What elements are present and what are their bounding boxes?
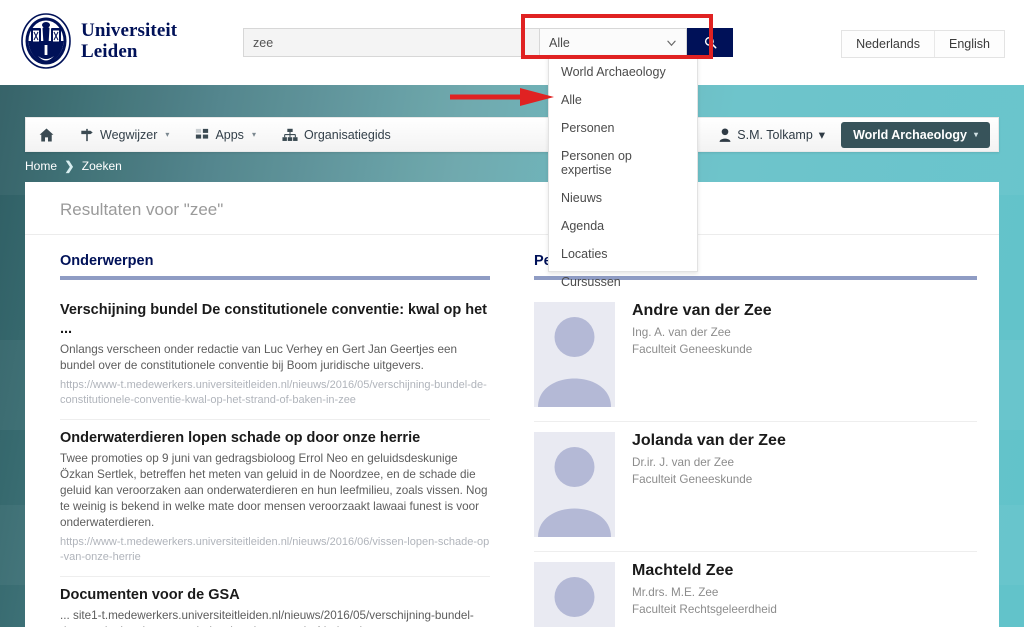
results-column-topics: Onderwerpen Verschijning bundel De const… bbox=[25, 253, 512, 627]
person-name[interactable]: Machteld Zee bbox=[632, 562, 777, 580]
breadcrumb: Home ❯ Zoeken bbox=[25, 159, 122, 173]
person-formal-name: Mr.drs. M.E. Zee bbox=[632, 586, 719, 599]
annotation-arrow-icon bbox=[450, 88, 554, 106]
dropdown-option-nieuws[interactable]: Nieuws bbox=[549, 184, 697, 212]
nav-organisation-label: World Archaeology bbox=[853, 127, 967, 142]
person-info: Machteld Zee Mr.drs. M.E. Zee Faculteit … bbox=[632, 562, 777, 627]
dropdown-option-cursussen[interactable]: Cursussen bbox=[549, 268, 697, 296]
nav-item-wegwijzer-label: Wegwijzer bbox=[100, 127, 158, 142]
main-navigation-bar: Wegwijzer ▾ Apps ▾ Organisatiegids S.M. … bbox=[25, 117, 999, 152]
chevron-down-icon: ▾ bbox=[973, 130, 978, 139]
site-header: Universiteit Leiden Alle Nederlands Engl… bbox=[0, 0, 1024, 85]
nav-organisation-button[interactable]: World Archaeology ▾ bbox=[841, 121, 990, 148]
nav-user-menu[interactable]: S.M. Tolkamp ▾ bbox=[709, 127, 835, 142]
person-faculty: Faculteit Geneeskunde bbox=[632, 343, 753, 356]
language-switcher: Nederlands English bbox=[841, 30, 1005, 58]
result-title[interactable]: Verschijning bundel De constitutionele c… bbox=[60, 301, 490, 339]
breadcrumb-separator-icon: ❯ bbox=[64, 159, 75, 173]
chevron-down-icon: ▾ bbox=[165, 130, 170, 139]
breadcrumb-home[interactable]: Home bbox=[25, 159, 57, 173]
dropdown-option-personen[interactable]: Personen bbox=[549, 114, 697, 142]
result-url: https://www-t.medewerkers.universiteitle… bbox=[60, 536, 490, 563]
list-item[interactable]: Machteld Zee Mr.drs. M.E. Zee Faculteit … bbox=[534, 552, 977, 627]
person-name[interactable]: Jolanda van der Zee bbox=[632, 432, 786, 450]
dropdown-option-world-archaeology[interactable]: World Archaeology bbox=[549, 58, 697, 86]
search-scope-selected-value: Alle bbox=[549, 35, 570, 50]
nav-item-organisatiegids-label: Organisatiegids bbox=[303, 127, 391, 142]
search-results-panel: Resultaten voor "zee" Onderwerpen Versch… bbox=[25, 182, 999, 627]
org-chart-icon bbox=[282, 128, 298, 141]
logo-line-1: Universiteit bbox=[81, 20, 178, 41]
person-placeholder-icon bbox=[538, 317, 611, 407]
person-name[interactable]: Andre van der Zee bbox=[632, 302, 772, 320]
avatar bbox=[534, 432, 615, 537]
chevron-down-icon bbox=[667, 40, 676, 46]
person-placeholder-icon bbox=[554, 577, 595, 617]
language-english-button[interactable]: English bbox=[934, 31, 1004, 57]
person-info: Andre van der Zee Ing. A. van der Zee Fa… bbox=[632, 302, 772, 407]
result-url: https://www-t.medewerkers.universiteitle… bbox=[60, 379, 487, 406]
page-title: Resultaten voor "zee" bbox=[25, 182, 999, 235]
dropdown-option-locaties[interactable]: Locaties bbox=[549, 240, 697, 268]
search-form: Alle bbox=[243, 28, 733, 57]
home-icon bbox=[39, 128, 54, 141]
nav-user-label: S.M. Tolkamp bbox=[737, 127, 813, 142]
site-logo-text: Universiteit Leiden bbox=[81, 20, 177, 62]
person-formal-name: Ing. A. van der Zee bbox=[632, 326, 731, 339]
nav-item-apps[interactable]: Apps ▾ bbox=[182, 117, 269, 152]
search-scope-dropdown-menu: World Archaeology Alle Personen Personen… bbox=[548, 55, 698, 289]
leiden-university-seal-icon bbox=[21, 13, 71, 69]
nav-item-apps-label: Apps bbox=[215, 127, 244, 142]
table-row[interactable]: Documenten voor de GSA ... site1-t.medew… bbox=[60, 577, 490, 627]
result-title[interactable]: Onderwaterdieren lopen schade op door on… bbox=[60, 429, 490, 448]
dropdown-option-personen-op-expertise[interactable]: Personen op expertise bbox=[549, 142, 697, 184]
person-icon bbox=[719, 127, 731, 142]
result-snippet: ... site1-t.medewerkers.universiteitleid… bbox=[60, 609, 474, 627]
signpost-icon bbox=[81, 128, 93, 141]
result-title[interactable]: Documenten voor de GSA bbox=[60, 586, 490, 605]
results-column-people: Personen Andre van der Zee Ing. A. van d… bbox=[512, 253, 999, 627]
apps-grid-icon bbox=[196, 128, 209, 139]
topics-heading: Onderwerpen bbox=[60, 253, 154, 269]
search-scope-select[interactable]: Alle bbox=[539, 28, 687, 57]
results-columns: Onderwerpen Verschijning bundel De const… bbox=[25, 235, 999, 627]
avatar bbox=[534, 302, 615, 407]
search-submit-button[interactable] bbox=[687, 28, 733, 57]
site-logo[interactable]: Universiteit Leiden bbox=[20, 12, 177, 70]
person-placeholder-icon bbox=[538, 447, 611, 537]
person-info: Jolanda van der Zee Dr.ir. J. van der Ze… bbox=[632, 432, 786, 537]
chevron-down-icon: ▾ bbox=[818, 128, 826, 142]
language-dutch-button[interactable]: Nederlands bbox=[842, 31, 934, 57]
avatar bbox=[534, 562, 615, 627]
person-faculty: Faculteit Geneeskunde bbox=[632, 473, 753, 486]
person-formal-name: Dr.ir. J. van der Zee bbox=[632, 456, 734, 469]
nav-right-group: S.M. Tolkamp ▾ World Archaeology ▾ bbox=[709, 121, 998, 148]
nav-item-organisatiegids[interactable]: Organisatiegids bbox=[269, 117, 404, 152]
dropdown-option-alle[interactable]: Alle bbox=[549, 86, 697, 114]
list-item[interactable]: Andre van der Zee Ing. A. van der Zee Fa… bbox=[534, 292, 977, 422]
result-snippet: Onlangs verscheen onder redactie van Luc… bbox=[60, 343, 457, 372]
list-item[interactable]: Jolanda van der Zee Dr.ir. J. van der Ze… bbox=[534, 422, 977, 552]
topics-heading-rule bbox=[60, 276, 490, 280]
dropdown-option-agenda[interactable]: Agenda bbox=[549, 212, 697, 240]
person-faculty: Faculteit Rechtsgeleerdheid bbox=[632, 603, 777, 616]
magnifier-icon bbox=[704, 36, 716, 49]
table-row[interactable]: Verschijning bundel De constitutionele c… bbox=[60, 292, 490, 420]
search-input[interactable] bbox=[243, 28, 539, 57]
table-row[interactable]: Onderwaterdieren lopen schade op door on… bbox=[60, 420, 490, 577]
result-snippet: Twee promoties op 9 juni van gedragsbiol… bbox=[60, 452, 488, 529]
breadcrumb-current: Zoeken bbox=[81, 159, 122, 173]
nav-item-wegwijzer[interactable]: Wegwijzer ▾ bbox=[67, 117, 182, 152]
nav-home-button[interactable] bbox=[26, 117, 67, 152]
logo-line-2: Leiden bbox=[81, 41, 138, 62]
chevron-down-icon: ▾ bbox=[251, 130, 256, 139]
